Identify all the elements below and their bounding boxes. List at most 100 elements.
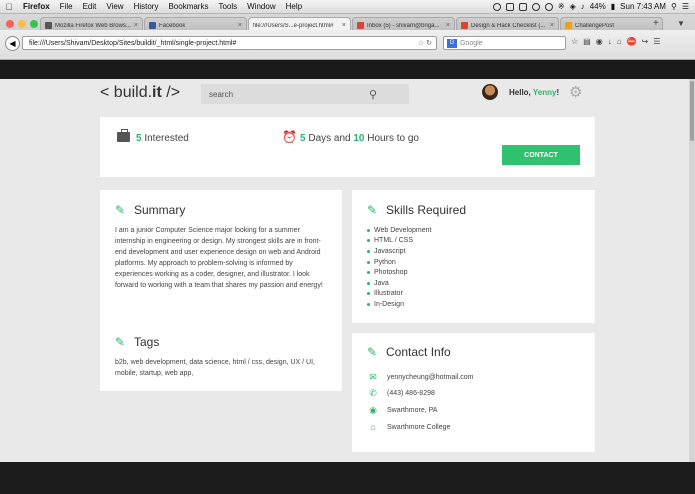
contact-button[interactable]: CONTACT — [502, 145, 580, 165]
close-tab-icon[interactable]: × — [446, 22, 450, 29]
gear-icon[interactable]: ⚙ — [569, 83, 582, 101]
pencil-icon: ✎ — [367, 345, 378, 359]
mozilla-favicon-icon — [45, 22, 52, 29]
summary-text: I am a junior Computer Science major loo… — [115, 227, 323, 289]
pencil-icon: ✎ — [115, 203, 126, 217]
user-name[interactable]: Yenny — [533, 88, 557, 97]
menu-icon[interactable]: ☰ — [653, 37, 660, 46]
identity-icon[interactable]: ◉ — [596, 37, 603, 46]
close-tab-icon[interactable]: × — [550, 22, 554, 29]
interested-count: 5 Interested — [136, 133, 189, 144]
close-tab-icon[interactable]: × — [342, 22, 346, 29]
zoom-window-icon[interactable] — [30, 20, 38, 28]
navigation-toolbar: ◀ file:///Users/Shivam/Desktop/Sites/bui… — [0, 30, 695, 60]
addon-stop-icon[interactable]: ⛔ — [627, 37, 637, 46]
close-tab-icon[interactable]: × — [238, 22, 242, 29]
menu-help[interactable]: Help — [281, 2, 307, 11]
home-icon[interactable]: ⌂ — [617, 37, 622, 46]
contact-email[interactable]: yennycheung@hotmail.com — [387, 374, 474, 381]
status-app-icon[interactable] — [492, 2, 501, 11]
addon-icon[interactable]: ↪ — [642, 37, 649, 46]
volume-icon[interactable]: ♪ — [581, 2, 585, 11]
window-bottom-edge — [0, 462, 695, 494]
menu-window[interactable]: Window — [242, 2, 280, 11]
status-app-icon[interactable] — [544, 2, 553, 11]
list-item: Javascript — [367, 246, 431, 257]
hours-number: 10 — [353, 133, 365, 144]
site-logo[interactable]: < build.it /> — [100, 84, 180, 102]
search-engine-box[interactable]: G Google — [443, 36, 566, 50]
tab-title: Mozilla Firefox Web Brows... — [55, 22, 131, 29]
skills-list: Web Development HTML / CSS Javascript Py… — [367, 225, 431, 310]
bookmark-star-icon[interactable]: ☆ — [571, 37, 578, 46]
greeting: Hello, Yenny! — [509, 88, 559, 97]
apple-menu-icon[interactable]:  — [0, 2, 18, 12]
menu-bookmarks[interactable]: Bookmarks — [163, 2, 213, 11]
battery-icon[interactable]: ▮ — [611, 2, 615, 11]
menu-history[interactable]: History — [129, 2, 164, 11]
interest-card: 5 Interested ⏰ 5 Days and 10 Hours to go… — [100, 117, 595, 177]
home-icon: ⌂ — [370, 422, 376, 432]
battery-percent[interactable]: 44% — [590, 2, 606, 11]
hours-label: Hours to go — [364, 133, 419, 144]
menubar:  Firefox File Edit View History Bookmar… — [0, 0, 695, 14]
close-tab-icon[interactable]: × — [134, 22, 138, 29]
menu-firefox[interactable]: Firefox — [18, 2, 55, 11]
url-bar[interactable]: file:///Users/Shivam/Desktop/Sites/build… — [22, 36, 437, 50]
list-item: Photoshop — [367, 267, 431, 278]
reload-icon[interactable]: ☆ ↻ — [418, 39, 436, 47]
menu-tools[interactable]: Tools — [213, 2, 242, 11]
downloads-icon[interactable]: ↓ — [608, 37, 612, 46]
site-search-input[interactable]: search ⚲ — [201, 84, 409, 104]
bookmarks-list-icon[interactable]: ▤ — [583, 37, 591, 46]
map-marker-icon: ◉ — [369, 405, 377, 415]
briefcase-icon — [117, 129, 130, 142]
facebook-favicon-icon — [149, 22, 156, 29]
tags-text: b2b, web development, data science, html… — [115, 359, 315, 377]
avatar[interactable] — [482, 84, 498, 100]
status-app-icon[interactable] — [505, 2, 514, 11]
status-area: ※ ◈ ♪ 44% ▮ Sun 7:43 AM ⚲ ☰ — [492, 2, 695, 11]
minimize-window-icon[interactable] — [18, 20, 26, 28]
list-item: Java — [367, 278, 431, 289]
web-page: < build.it /> search ⚲ Hello, Yenny! ⚙ 5… — [0, 79, 695, 462]
notification-center-icon[interactable]: ☰ — [682, 2, 689, 11]
tab-title: Facebook — [159, 22, 186, 29]
close-window-icon[interactable] — [6, 20, 14, 28]
page-scrollbar[interactable] — [689, 79, 695, 462]
new-tab-icon[interactable]: + — [653, 18, 659, 29]
status-app-icon[interactable] — [518, 2, 527, 11]
logo-prefix: < build. — [100, 84, 153, 101]
bluetooth-icon[interactable]: ※ — [558, 2, 565, 11]
google-icon[interactable]: G — [447, 38, 457, 48]
contact-phone: (443) 486-8298 — [387, 390, 435, 397]
wifi-icon[interactable]: ◈ — [570, 2, 576, 11]
contact-title: Contact Info — [386, 345, 451, 359]
spotlight-icon[interactable]: ⚲ — [671, 2, 677, 11]
gmail-favicon-icon — [357, 22, 364, 29]
back-button[interactable]: ◀ — [5, 36, 20, 51]
list-all-tabs-icon[interactable]: ▼ — [677, 19, 685, 28]
contact-phone-row: ✆ (443) 486-8298 — [367, 388, 435, 399]
list-item: Illustrator — [367, 289, 431, 300]
challengepost-favicon-icon — [565, 22, 572, 29]
url-text: file:///Users/Shivam/Desktop/Sites/build… — [29, 39, 237, 47]
tags-card: ✎ Tags b2b, web development, data scienc… — [100, 322, 342, 391]
logo-bold: it — [152, 84, 162, 101]
search-icon[interactable]: ⚲ — [369, 88, 377, 101]
phone-icon: ✆ — [369, 388, 377, 398]
window-controls — [6, 20, 38, 28]
envelope-icon: ✉ — [369, 372, 377, 382]
status-app-icon[interactable] — [531, 2, 540, 11]
tab-title: Design & Hack Checklist (... — [471, 22, 546, 29]
menu-view[interactable]: View — [101, 2, 128, 11]
search-engine-placeholder: Google — [460, 39, 483, 47]
tags-title: Tags — [134, 335, 160, 349]
menu-edit[interactable]: Edit — [78, 2, 102, 11]
menu-file[interactable]: File — [55, 2, 78, 11]
scrollbar-thumb[interactable] — [690, 81, 694, 141]
tab-title: file:///Users/S...e-project.html# — [253, 22, 334, 29]
pencil-icon: ✎ — [367, 203, 378, 217]
menubar-clock[interactable]: Sun 7:43 AM — [620, 2, 666, 11]
list-item: Web Development — [367, 225, 431, 236]
